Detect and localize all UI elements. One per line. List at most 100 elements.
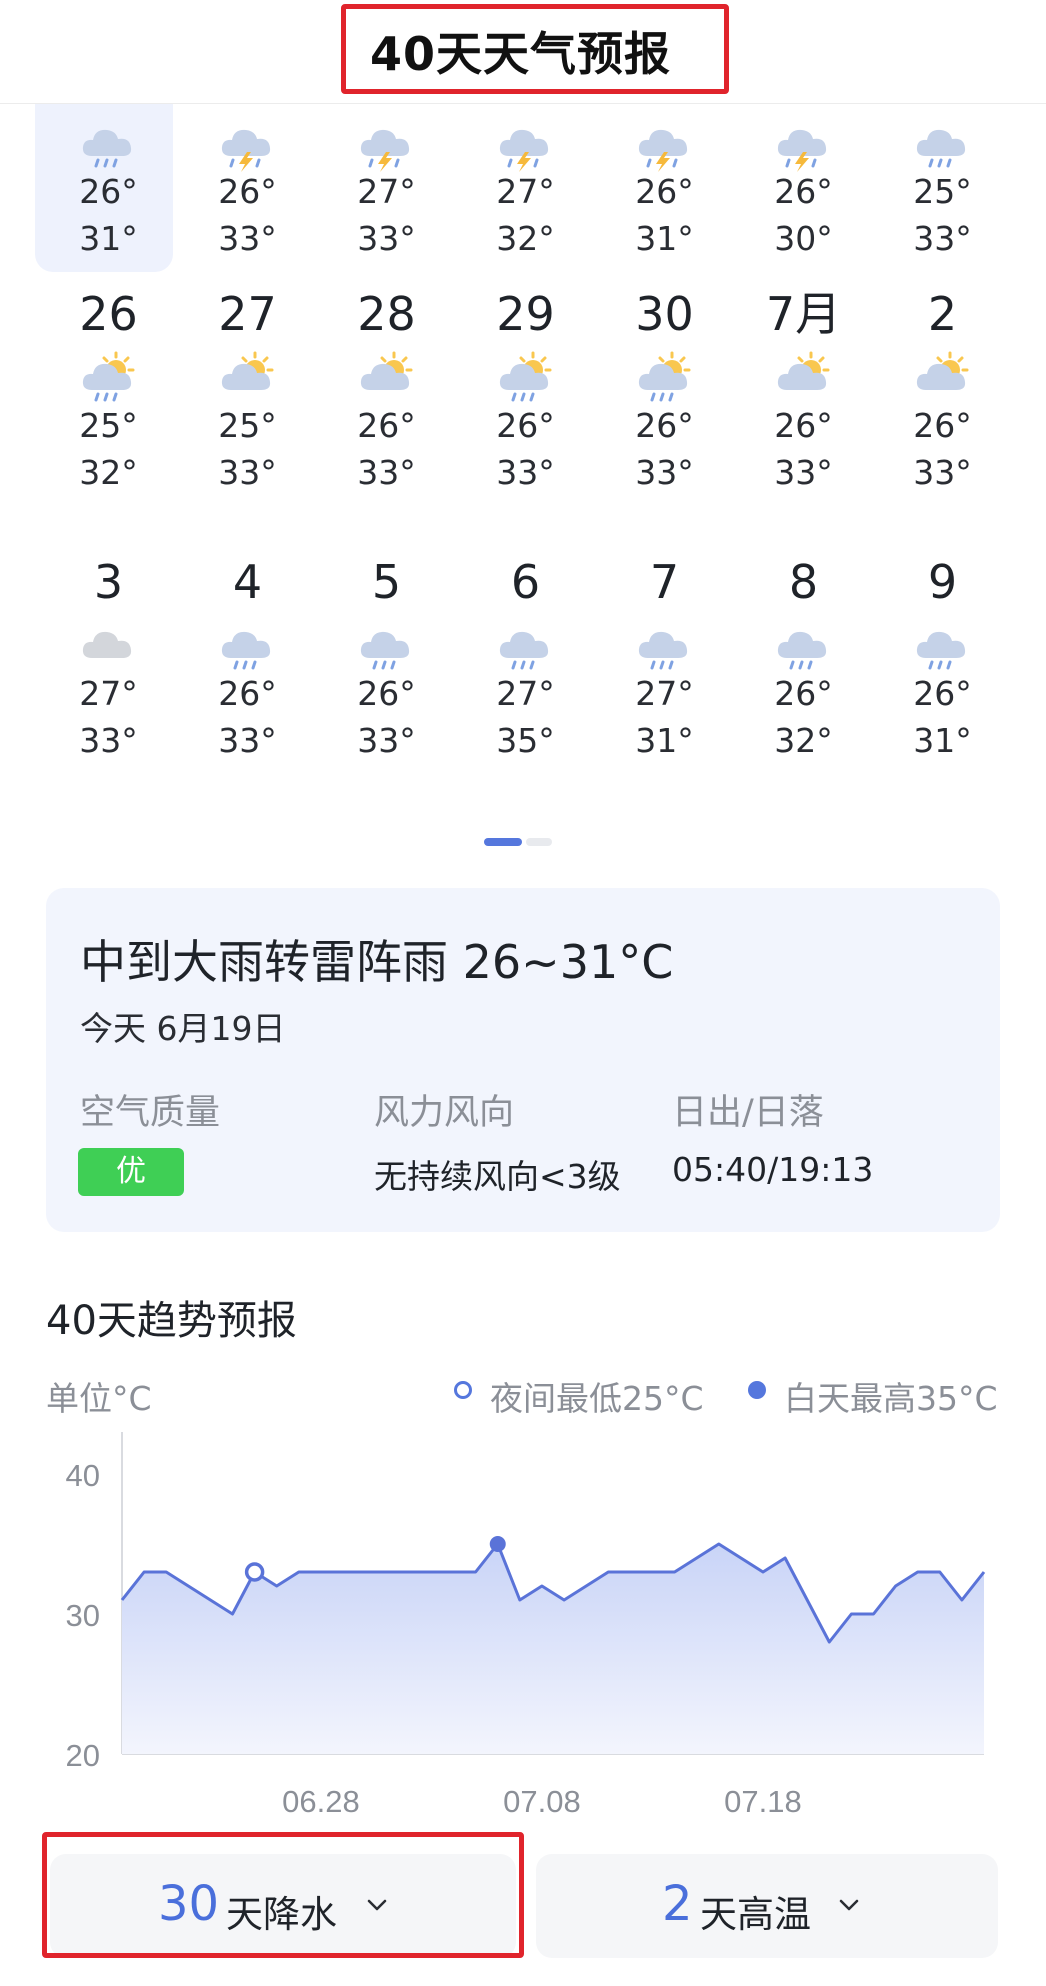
day-cell[interactable]: 28 26° 33° xyxy=(317,286,456,496)
today-condition: 中到大雨转雷阵雨 26~31°C xyxy=(80,935,674,989)
day-low-temp: 25° xyxy=(913,172,972,211)
chevron-down-icon xyxy=(839,1899,859,1911)
day-high-temp: 31° xyxy=(635,721,694,760)
partly-cloudy-icon xyxy=(912,346,974,402)
thunder-rain-icon xyxy=(495,112,557,172)
day-low-temp: 25° xyxy=(79,406,138,445)
legend-high: 白天最高35°C xyxy=(784,1379,998,1418)
day-cell[interactable]: 7月 26° 33° xyxy=(734,286,873,496)
day-high-temp: 33° xyxy=(774,453,833,492)
rain-icon xyxy=(634,614,696,670)
day-low-temp: 26° xyxy=(635,172,694,211)
day-high-temp: 33° xyxy=(79,721,138,760)
y-tick-label: 40 xyxy=(66,1458,100,1493)
day-date: 29 xyxy=(496,287,555,341)
day-date: 9 xyxy=(927,555,958,609)
day-cell[interactable]: 7 27° 31° xyxy=(595,554,734,764)
day-cell[interactable]: 3 27° 33° xyxy=(39,554,178,764)
day-high-temp: 32° xyxy=(774,721,833,760)
day-cell[interactable]: 9 26° 31° xyxy=(873,554,1012,764)
today-date: 今天 6月19日 xyxy=(80,1009,286,1048)
day-cell[interactable]: 27° 33° xyxy=(317,104,456,262)
day-cell[interactable]: 26° 33° xyxy=(178,104,317,262)
day-cell[interactable]: 8 26° 32° xyxy=(734,554,873,764)
day-cell[interactable]: 27° 32° xyxy=(456,104,595,262)
chart-unit: 单位°C xyxy=(46,1379,152,1418)
day-date: 8 xyxy=(788,555,819,609)
day-low-temp: 26° xyxy=(774,674,833,713)
day-low-temp: 26° xyxy=(218,172,277,211)
chevron-down-icon xyxy=(367,1899,387,1911)
day-cell[interactable]: 25° 33° xyxy=(873,104,1012,262)
day-date xyxy=(317,104,456,108)
day-date: 26 xyxy=(79,287,138,341)
partly-cloudy-icon xyxy=(773,346,835,402)
day-high-temp: 33° xyxy=(913,219,972,258)
thunder-rain-icon xyxy=(356,112,418,172)
aqi-label: 空气质量 xyxy=(80,1093,221,1133)
rain-icon xyxy=(912,112,974,168)
day-date xyxy=(39,104,178,108)
day-cell[interactable]: 26 25° 32° xyxy=(39,286,178,496)
day-low-temp: 26° xyxy=(913,406,972,445)
trend-title: 40天趋势预报 xyxy=(46,1298,297,1344)
day-date xyxy=(595,104,734,108)
x-tick-label: 07.08 xyxy=(503,1784,581,1819)
aqi-badge: 优 xyxy=(78,1148,184,1196)
sun-cloud-rain-icon xyxy=(495,346,557,402)
day-date xyxy=(178,104,317,108)
page-dot[interactable] xyxy=(526,838,552,846)
day-cell[interactable]: 2 26° 33° xyxy=(873,286,1012,496)
day-high-temp: 33° xyxy=(357,721,416,760)
legend-low: 夜间最低25°C xyxy=(490,1379,704,1418)
trend-chart[interactable]: 40 30 20 06.28 07.08 07.18 xyxy=(0,1420,1046,1820)
day-cell[interactable]: 5 26° 33° xyxy=(317,554,456,764)
day-cell[interactable]: 4 26° 33° xyxy=(178,554,317,764)
hot-days-button[interactable]: 2 天高温 xyxy=(536,1854,998,1958)
day-high-temp: 33° xyxy=(218,219,277,258)
rain-days-count: 30 xyxy=(158,1876,220,1932)
day-low-temp: 26° xyxy=(79,172,138,211)
day-date: 5 xyxy=(371,555,402,609)
thunder-rain-icon xyxy=(773,112,835,172)
day-low-temp: 26° xyxy=(774,406,833,445)
rain-icon xyxy=(495,614,557,670)
day-date xyxy=(456,104,595,108)
forecast-calendar: 26° 31° 26° 33° 27° 33° 27° 32° 26° 31° 26° 30° 25° 3… xyxy=(0,104,1046,804)
day-cell[interactable]: 29 26° 33° xyxy=(456,286,595,496)
day-high-temp: 33° xyxy=(357,219,416,258)
rain-days-button[interactable]: 30 天降水 xyxy=(50,1854,516,1958)
today-detail-card: 中到大雨转雷阵雨 26~31°C 今天 6月19日 空气质量 优 风力风向 无持… xyxy=(46,888,1000,1232)
sun-cloud-rain-icon xyxy=(634,346,696,402)
partly-cloudy-icon xyxy=(356,346,418,402)
low-temp-marker xyxy=(244,1562,265,1582)
day-high-temp: 33° xyxy=(635,453,694,492)
day-cell[interactable]: 27 25° 33° xyxy=(178,286,317,496)
day-low-temp: 26° xyxy=(774,172,833,211)
day-low-temp: 26° xyxy=(913,674,972,713)
day-cell[interactable]: 26° 30° xyxy=(734,104,873,262)
day-cell[interactable]: 26° 31° xyxy=(39,104,178,262)
wind-value: 无持续风向<3级 xyxy=(374,1157,621,1196)
legend-low-marker-icon xyxy=(454,1381,472,1399)
day-date xyxy=(734,104,873,108)
day-date: 30 xyxy=(635,287,694,341)
y-tick-label: 20 xyxy=(66,1738,100,1773)
page-dot-active[interactable] xyxy=(484,838,522,846)
day-low-temp: 26° xyxy=(357,406,416,445)
day-low-temp: 26° xyxy=(357,674,416,713)
day-high-temp: 33° xyxy=(496,453,555,492)
day-cell[interactable]: 6 27° 35° xyxy=(456,554,595,764)
rain-icon xyxy=(217,614,279,670)
header: 40天天气预报 xyxy=(0,0,1046,104)
day-date: 7月 xyxy=(765,287,842,341)
day-cell[interactable]: 30 26° 33° xyxy=(595,286,734,496)
rain-days-label: 天降水 xyxy=(226,1893,337,1936)
day-high-temp: 32° xyxy=(496,219,555,258)
day-date xyxy=(873,104,1012,108)
day-high-temp: 33° xyxy=(218,453,277,492)
day-cell[interactable]: 26° 31° xyxy=(595,104,734,262)
thunder-rain-icon xyxy=(634,112,696,172)
day-high-temp: 31° xyxy=(635,219,694,258)
hot-days-count: 2 xyxy=(662,1876,693,1932)
